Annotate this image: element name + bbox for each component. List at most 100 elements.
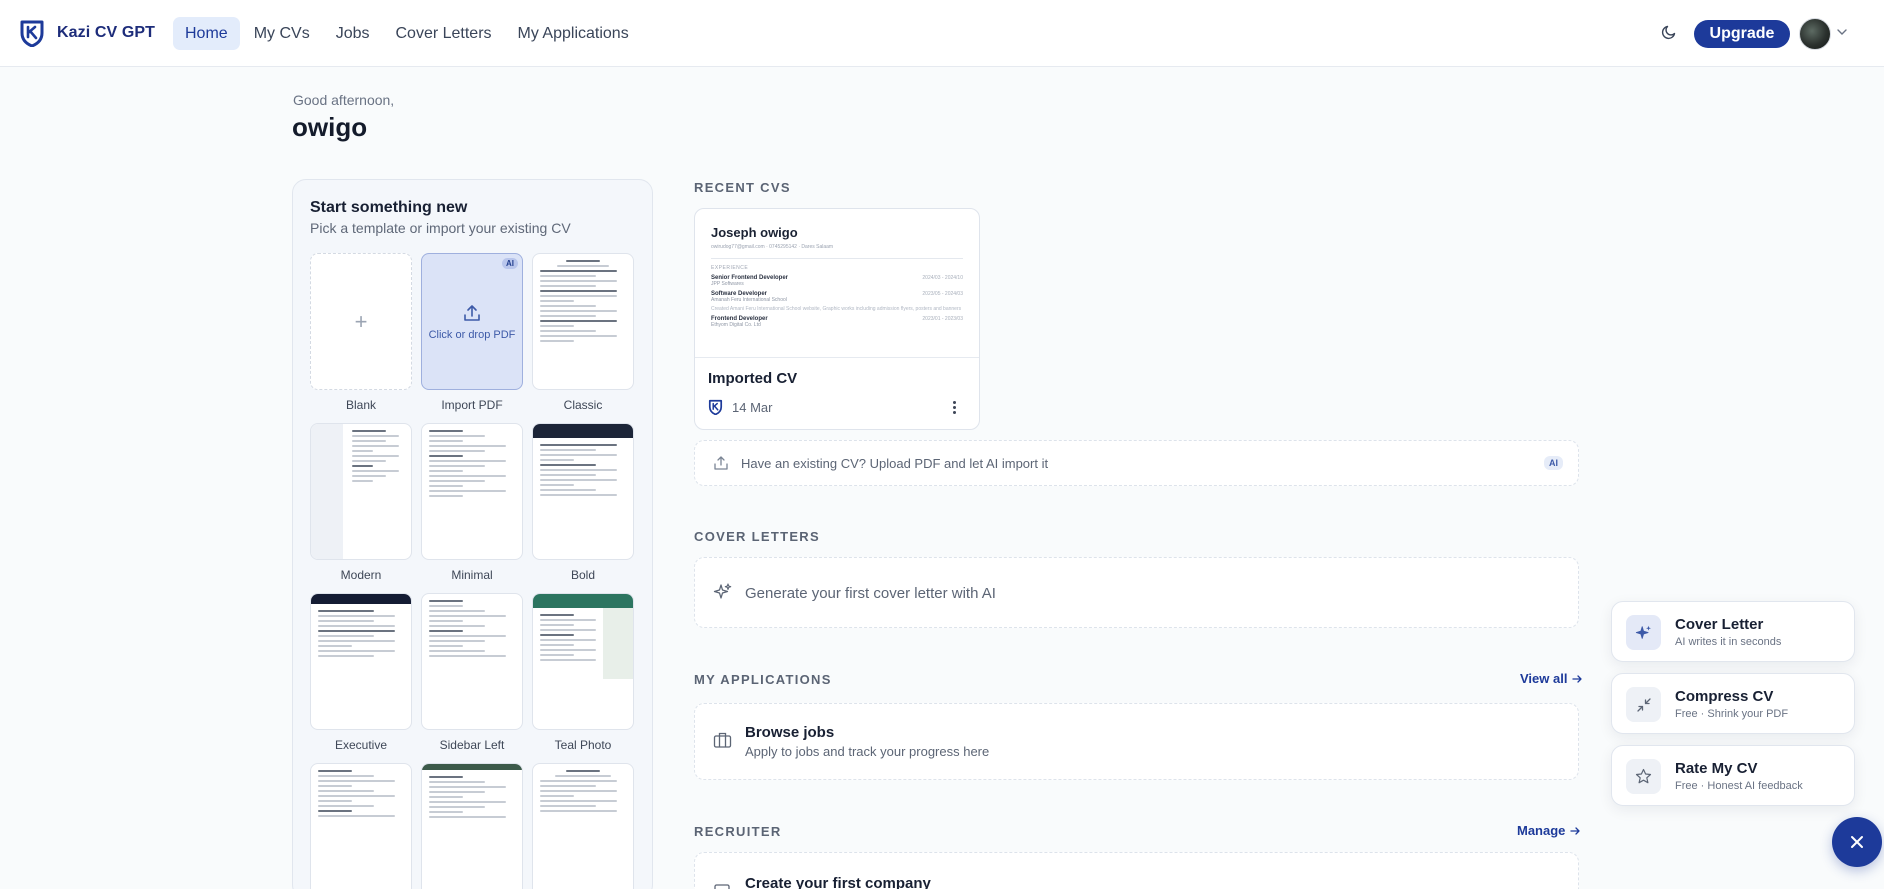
- fab-cover-letter[interactable]: Cover Letter AI writes it in seconds: [1611, 601, 1855, 662]
- cv-preview-job: Frontend Developer Ethyom Digital Co. Lt…: [711, 316, 963, 328]
- recent-cv-card[interactable]: Joseph owigo owirudog77@gmail.com · 0745…: [694, 208, 980, 430]
- template-card[interactable]: [421, 763, 523, 889]
- template-card-row4-1[interactable]: [310, 763, 412, 889]
- import-pdf-text: Click or drop PDF: [428, 328, 516, 341]
- template-preview: [422, 594, 522, 729]
- compress-icon: [1626, 687, 1661, 722]
- fab-title: Compress CV: [1675, 688, 1774, 705]
- theme-toggle-button[interactable]: [1658, 21, 1680, 43]
- cover-letters-heading: COVER LETTERS: [694, 529, 820, 544]
- template-teal-photo[interactable]: Teal Photo: [532, 593, 634, 752]
- arrow-right-icon: [1570, 826, 1581, 835]
- close-icon: [1851, 836, 1863, 848]
- nav-my-cvs[interactable]: My CVs: [242, 17, 322, 50]
- nav-my-applications[interactable]: My Applications: [506, 17, 641, 50]
- import-pdf-dropzone[interactable]: AI Click or drop PDF: [421, 253, 523, 390]
- star-icon: [1626, 759, 1661, 794]
- shield-k-logo-icon: [20, 20, 44, 47]
- app-name: Kazi CV GPT: [57, 24, 156, 41]
- template-card[interactable]: [310, 423, 412, 560]
- my-applications-heading: MY APPLICATIONS: [694, 672, 832, 687]
- cv-preview-contact: owirudog77@gmail.com · 0745295142 · Dare…: [711, 244, 834, 250]
- template-card[interactable]: [421, 593, 523, 730]
- cv-date: 14 Mar: [732, 399, 773, 415]
- template-preview: [311, 764, 411, 889]
- top-navbar: Kazi CV GPT Home My CVs Jobs Cover Lette…: [0, 0, 1884, 67]
- cv-thumbnail: Joseph owigo owirudog77@gmail.com · 0745…: [695, 209, 979, 358]
- template-card[interactable]: [310, 593, 412, 730]
- template-card[interactable]: [310, 763, 412, 889]
- building-icon: [713, 881, 731, 889]
- cv-job-company: JPP Softwares: [711, 281, 744, 287]
- manage-link[interactable]: Manage: [1517, 823, 1581, 838]
- template-preview: [422, 424, 522, 559]
- upload-existing-cv-row[interactable]: Have an existing CV? Upload PDF and let …: [694, 440, 1579, 486]
- template-sidebar-left[interactable]: Sidebar Left: [421, 593, 523, 752]
- cv-meta: 14 Mar: [708, 399, 772, 415]
- manage-label: Manage: [1517, 823, 1566, 838]
- fab-subtitle: Free · Honest AI feedback: [1675, 780, 1803, 792]
- upload-icon: [464, 304, 480, 321]
- template-card-row4-2[interactable]: [421, 763, 523, 889]
- template-label: Minimal: [451, 568, 493, 582]
- template-minimal[interactable]: Minimal: [421, 423, 523, 582]
- cv-preview-desc: Created Amani Feru International School …: [711, 306, 962, 312]
- template-bold[interactable]: Bold: [532, 423, 634, 582]
- template-card[interactable]: +: [310, 253, 412, 390]
- fab-compress-cv[interactable]: Compress CV Free · Shrink your PDF: [1611, 673, 1855, 734]
- template-card[interactable]: [532, 593, 634, 730]
- cv-job-dates: 2024/03 - 2024/10: [922, 275, 963, 281]
- fab-rate-my-cv[interactable]: Rate My CV Free · Honest AI feedback: [1611, 745, 1855, 806]
- browse-jobs-subtitle: Apply to jobs and track your progress he…: [745, 744, 990, 759]
- template-modern[interactable]: Modern: [310, 423, 412, 582]
- template-label: Import PDF: [441, 398, 503, 412]
- cv-job-company: Amanah Feru International School: [711, 297, 787, 303]
- browse-jobs-row[interactable]: Browse jobs Apply to jobs and track your…: [694, 703, 1579, 780]
- chevron-down-icon[interactable]: [1836, 26, 1848, 38]
- recent-cvs-heading: RECENT CVS: [694, 180, 791, 195]
- fab-close-button[interactable]: [1832, 817, 1882, 867]
- generate-cover-letter-row[interactable]: Generate your first cover letter with AI: [694, 557, 1579, 628]
- briefcase-icon: [713, 731, 732, 754]
- ai-badge: AI: [1544, 456, 1563, 470]
- sparkles-icon: [713, 582, 733, 607]
- template-blank[interactable]: + Blank: [310, 253, 412, 412]
- template-card-row4-3[interactable]: [532, 763, 634, 889]
- arrow-right-icon: [1572, 674, 1583, 683]
- shield-k-logo-icon: [708, 399, 723, 415]
- app-logo[interactable]: Kazi CV GPT: [19, 19, 155, 47]
- template-card[interactable]: [532, 423, 634, 560]
- template-preview: [533, 424, 633, 559]
- template-card[interactable]: [421, 423, 523, 560]
- cv-preview-job: Senior Frontend Developer JPP Softwares …: [711, 275, 963, 287]
- template-preview: [533, 254, 633, 389]
- upload-prompt-text: Have an existing CV? Upload PDF and let …: [741, 456, 1049, 471]
- upgrade-button[interactable]: Upgrade: [1694, 20, 1790, 48]
- greeting-salutation: Good afternoon,: [293, 92, 395, 108]
- view-all-link[interactable]: View all: [1520, 671, 1583, 686]
- plus-icon: +: [354, 308, 368, 334]
- template-classic[interactable]: Classic: [532, 253, 634, 412]
- user-avatar[interactable]: [1799, 18, 1831, 50]
- recruiter-heading: RECRUITER: [694, 824, 782, 839]
- template-preview: [422, 764, 522, 889]
- template-label: Modern: [340, 568, 382, 582]
- nav-home[interactable]: Home: [173, 17, 240, 50]
- moon-icon: [1661, 25, 1676, 40]
- create-company-row[interactable]: Create your first company: [694, 852, 1579, 889]
- template-preview: [311, 594, 411, 729]
- cv-preview-section: EXPERIENCE: [711, 265, 749, 271]
- template-label: Executive: [334, 738, 388, 752]
- nav-cover-letters[interactable]: Cover Letters: [383, 17, 503, 50]
- template-card[interactable]: [532, 763, 634, 889]
- template-label: Bold: [570, 568, 596, 582]
- template-import-pdf[interactable]: AI Click or drop PDF Import PDF: [421, 253, 523, 412]
- fab-title: Rate My CV: [1675, 760, 1758, 777]
- template-label: Teal Photo: [554, 738, 612, 752]
- nav-jobs[interactable]: Jobs: [324, 17, 382, 50]
- template-card[interactable]: [532, 253, 634, 390]
- template-label: Sidebar Left: [439, 738, 505, 752]
- start-new-panel: Start something new Pick a template or i…: [292, 179, 653, 889]
- template-executive[interactable]: Executive: [310, 593, 412, 752]
- kebab-menu-icon[interactable]: [949, 399, 959, 415]
